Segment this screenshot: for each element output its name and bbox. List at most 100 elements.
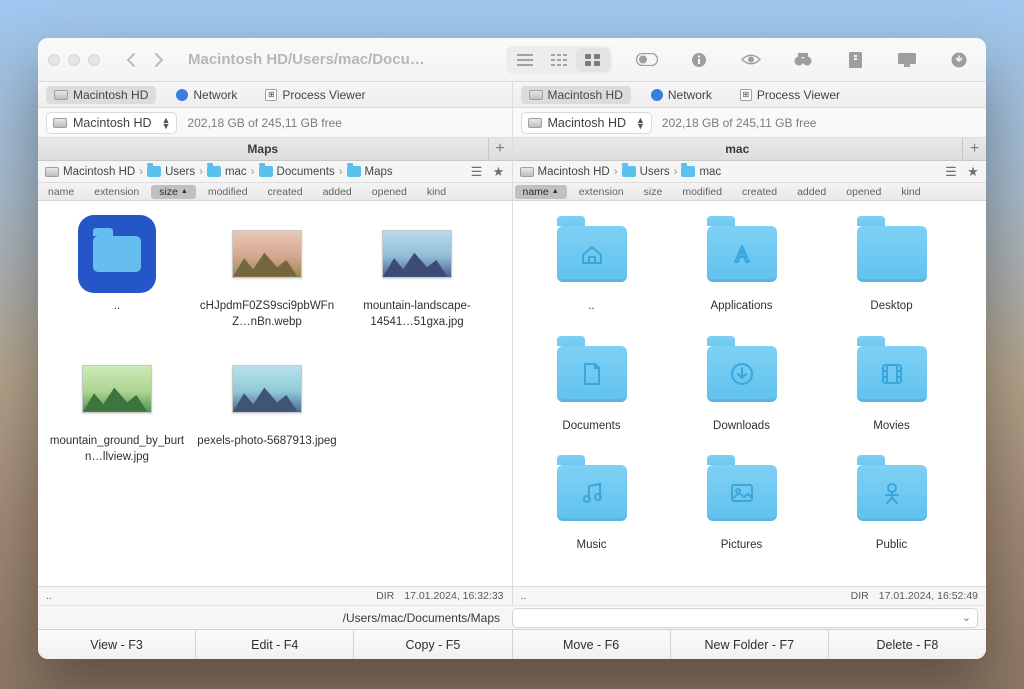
breadcrumb-label: Macintosh HD bbox=[63, 166, 135, 178]
sort-header-added[interactable]: added bbox=[787, 186, 836, 198]
parent-folder-icon bbox=[78, 215, 156, 293]
toolbar-button[interactable]: Delete - F8 bbox=[829, 630, 986, 659]
file-item[interactable]: cHJpdmF0ZS9sci9pbWFnZ…nBn.webp bbox=[192, 215, 342, 330]
file-item[interactable]: Pictures bbox=[667, 454, 817, 554]
sort-header-modified[interactable]: modified bbox=[198, 186, 258, 198]
breadcrumb-actions: ☰ ★ bbox=[468, 164, 508, 180]
right-pane[interactable]: ..ApplicationsDesktop Documents Downloads M… bbox=[512, 201, 987, 586]
location-network[interactable]: Network bbox=[643, 86, 720, 104]
sort-header-name[interactable]: name bbox=[38, 186, 84, 198]
volume-row: Macintosh HD ▲▼ 202,18 GB of 245,11 GB f… bbox=[38, 108, 986, 138]
location-process-viewer[interactable]: ⊞Process Viewer bbox=[257, 86, 373, 104]
toolbar-button[interactable]: New Folder - F7 bbox=[671, 630, 829, 659]
close-window-button[interactable] bbox=[48, 54, 60, 66]
file-item[interactable]: Desktop bbox=[817, 215, 967, 315]
pane-tab[interactable]: mac bbox=[513, 138, 963, 160]
view-columns-icon[interactable] bbox=[542, 48, 576, 72]
sort-header-modified[interactable]: modified bbox=[672, 186, 732, 198]
disk-icon bbox=[520, 167, 534, 177]
volume-picker[interactable]: Macintosh HD ▲▼ bbox=[521, 112, 652, 134]
path-label: /Users/mac/Documents/Maps bbox=[38, 611, 512, 625]
breadcrumb-segment[interactable]: Maps bbox=[344, 166, 396, 178]
pane-tab[interactable]: Maps bbox=[38, 138, 488, 160]
stepper-icon: ▲▼ bbox=[162, 117, 171, 129]
breadcrumb-segment[interactable]: Macintosh HD bbox=[42, 166, 138, 178]
breadcrumb-segment[interactable]: Macintosh HD bbox=[517, 166, 613, 178]
path-dropdown[interactable]: ⌄ bbox=[512, 608, 978, 628]
add-tab-button[interactable]: + bbox=[488, 138, 512, 160]
nav-arrows bbox=[118, 47, 172, 73]
sort-header-name[interactable]: name bbox=[515, 185, 567, 199]
location-hd[interactable]: Macintosh HD bbox=[46, 86, 156, 104]
favorite-icon[interactable]: ★ bbox=[964, 164, 982, 180]
file-label: cHJpdmF0ZS9sci9pbWFnZ…nBn.webp bbox=[197, 299, 337, 330]
file-item[interactable]: .. bbox=[42, 215, 192, 330]
location-process-viewer[interactable]: ⊞Process Viewer bbox=[732, 86, 848, 104]
desktop-icon[interactable] bbox=[890, 48, 924, 72]
file-item[interactable]: Downloads bbox=[667, 335, 817, 435]
nav-back-button[interactable] bbox=[118, 47, 144, 73]
sort-header-created[interactable]: created bbox=[732, 186, 787, 198]
sort-header-added[interactable]: added bbox=[313, 186, 362, 198]
disk-icon bbox=[528, 118, 542, 128]
sort-header-size[interactable]: size bbox=[151, 185, 196, 199]
breadcrumb-segment[interactable]: mac bbox=[678, 166, 724, 178]
zoom-window-button[interactable] bbox=[88, 54, 100, 66]
quicklook-icon[interactable] bbox=[734, 48, 768, 72]
volume-picker[interactable]: Macintosh HD ▲▼ bbox=[46, 112, 177, 134]
sort-header-kind[interactable]: kind bbox=[891, 186, 930, 198]
file-label: Downloads bbox=[713, 419, 770, 435]
info-icon[interactable] bbox=[682, 48, 716, 72]
file-item[interactable]: Applications bbox=[667, 215, 817, 315]
toolbar-button[interactable]: View - F3 bbox=[38, 630, 196, 659]
location-hd[interactable]: Macintosh HD bbox=[521, 86, 631, 104]
toolbar-button[interactable]: Edit - F4 bbox=[196, 630, 354, 659]
breadcrumb-segment[interactable]: mac bbox=[204, 166, 250, 178]
sort-header-kind[interactable]: kind bbox=[417, 186, 456, 198]
breadcrumb-segment[interactable]: Users bbox=[144, 166, 198, 178]
file-item[interactable]: pexels-photo-5687913.jpeg bbox=[192, 350, 342, 465]
sort-header-size[interactable]: size bbox=[634, 186, 673, 198]
breadcrumb-actions: ☰ ★ bbox=[942, 164, 982, 180]
minimize-window-button[interactable] bbox=[68, 54, 80, 66]
sort-header-extension[interactable]: extension bbox=[569, 186, 634, 198]
file-label: mountain-landscape-14541…51gxa.jpg bbox=[347, 299, 487, 330]
list-toggle-icon[interactable]: ☰ bbox=[468, 164, 486, 180]
right-location-tabs: Macintosh HD Network ⊞Process Viewer bbox=[512, 82, 987, 108]
nav-forward-button[interactable] bbox=[146, 47, 172, 73]
toolbar-button[interactable]: Move - F6 bbox=[513, 630, 671, 659]
favorite-icon[interactable]: ★ bbox=[490, 164, 508, 180]
file-label: Movies bbox=[873, 419, 909, 435]
toolbar-button[interactable]: Copy - F5 bbox=[354, 630, 512, 659]
toggle-icon[interactable] bbox=[630, 48, 664, 72]
breadcrumb-segment[interactable]: Documents bbox=[256, 166, 338, 178]
folder-icon bbox=[553, 454, 631, 532]
list-toggle-icon[interactable]: ☰ bbox=[942, 164, 960, 180]
location-label: Macintosh HD bbox=[548, 88, 623, 102]
file-label: Music bbox=[576, 538, 606, 554]
file-item[interactable]: Music bbox=[517, 454, 667, 554]
binoculars-icon[interactable] bbox=[786, 48, 820, 72]
status-time: 17.01.2024, 16:32:33 bbox=[404, 590, 503, 602]
file-item[interactable]: mountain_ground_by_burtn…llview.jpg bbox=[42, 350, 192, 465]
file-item[interactable]: Movies bbox=[817, 335, 967, 435]
sort-header-opened[interactable]: opened bbox=[362, 186, 417, 198]
view-icons-icon[interactable] bbox=[576, 48, 610, 72]
file-item[interactable]: mountain-landscape-14541…51gxa.jpg bbox=[342, 215, 492, 330]
view-list-icon[interactable] bbox=[508, 48, 542, 72]
left-pane[interactable]: ..cHJpdmF0ZS9sci9pbWFnZ…nBn.webpmountain… bbox=[38, 201, 512, 586]
free-space-label: 202,18 GB of 245,11 GB free bbox=[187, 116, 342, 130]
sort-header-created[interactable]: created bbox=[258, 186, 313, 198]
archive-icon[interactable] bbox=[838, 48, 872, 72]
location-network[interactable]: Network bbox=[168, 86, 245, 104]
right-status: .. DIR17.01.2024, 16:52:49 bbox=[512, 587, 987, 605]
sort-header-extension[interactable]: extension bbox=[84, 186, 149, 198]
file-item[interactable]: Public bbox=[817, 454, 967, 554]
file-item[interactable]: Documents bbox=[517, 335, 667, 435]
sort-header-opened[interactable]: opened bbox=[836, 186, 891, 198]
download-icon[interactable] bbox=[942, 48, 976, 72]
file-item[interactable]: .. bbox=[517, 215, 667, 315]
add-tab-button[interactable]: + bbox=[962, 138, 986, 160]
breadcrumb-segment[interactable]: Users bbox=[619, 166, 673, 178]
disk-icon bbox=[53, 118, 67, 128]
